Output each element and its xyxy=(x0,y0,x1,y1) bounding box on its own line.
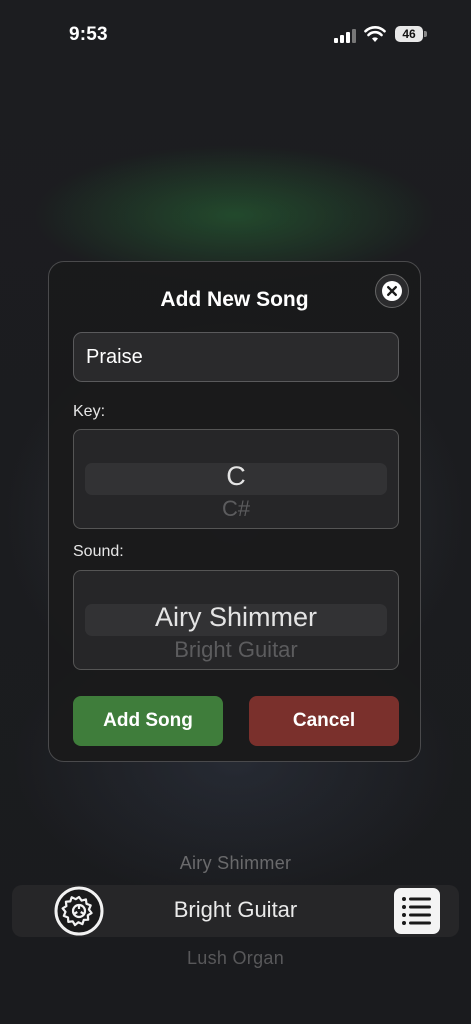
cancel-button[interactable]: Cancel xyxy=(249,696,399,746)
wifi-icon xyxy=(364,26,386,42)
list-icon xyxy=(402,897,431,925)
song-list-button[interactable] xyxy=(394,888,440,934)
key-label: Key: xyxy=(73,403,106,420)
sound-picker-selected: Airy Shimmer xyxy=(154,602,317,632)
battery-level: 46 xyxy=(395,26,423,42)
cellular-signal-icon xyxy=(334,28,358,43)
add-song-button[interactable]: Add Song xyxy=(73,696,223,746)
add-song-dialog: Add New Song Key: C C# Sound: Airy Shimm… xyxy=(48,261,421,762)
close-button[interactable] xyxy=(375,274,409,308)
dialog-title: Add New Song xyxy=(160,288,309,311)
bottom-picker-below[interactable]: Lush Organ xyxy=(0,948,471,969)
key-picker-next: C# xyxy=(221,496,251,521)
settings-gear-icon xyxy=(54,886,104,936)
battery-tip xyxy=(424,31,427,37)
song-name-input[interactable] xyxy=(73,332,399,382)
sound-picker[interactable]: Airy Shimmer Bright Guitar xyxy=(73,570,399,670)
sound-picker-next: Bright Guitar xyxy=(174,637,298,662)
sound-label: Sound: xyxy=(73,543,124,560)
close-icon xyxy=(382,281,402,301)
bottom-picker-above[interactable]: Airy Shimmer xyxy=(0,853,471,874)
settings-button[interactable] xyxy=(54,886,104,936)
status-time: 9:53 xyxy=(69,24,108,45)
key-picker[interactable]: C C# xyxy=(73,429,399,529)
key-picker-selected: C xyxy=(226,461,246,491)
